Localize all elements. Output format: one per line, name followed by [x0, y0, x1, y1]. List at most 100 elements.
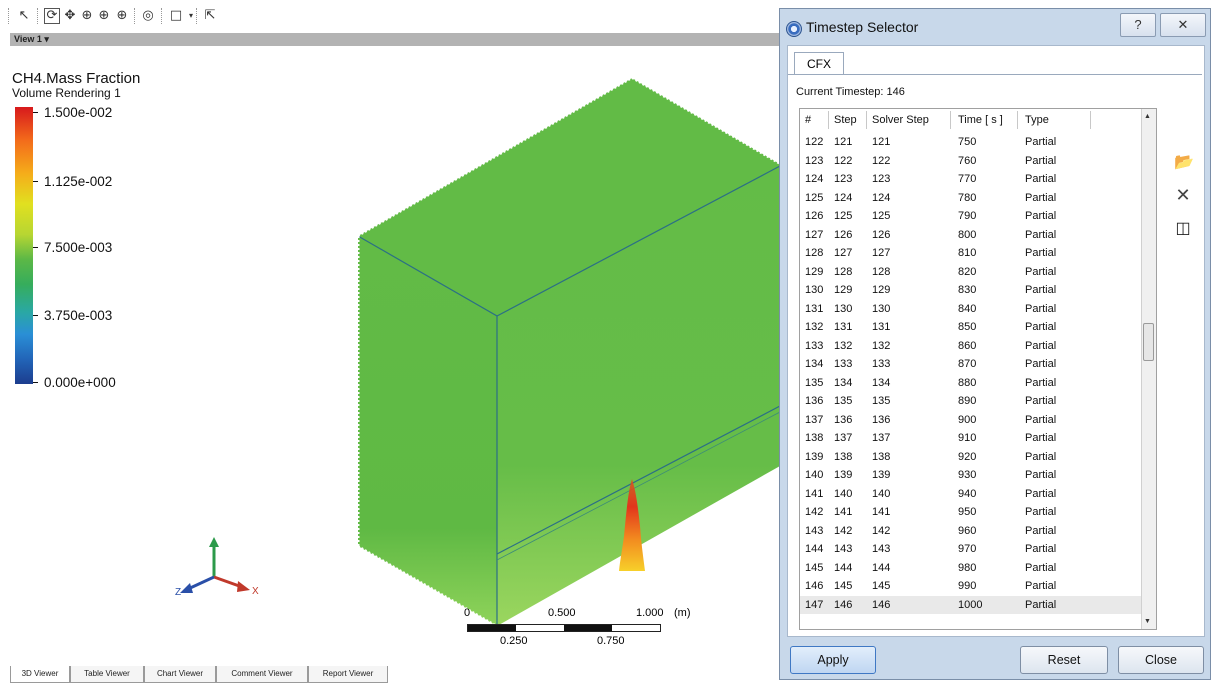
table-cell: 128	[834, 265, 853, 278]
pan-icon[interactable]: ✥	[62, 8, 78, 24]
table-row[interactable]: 142 141 141 950 Partial	[800, 503, 1142, 522]
select-icon[interactable]: ↖	[16, 8, 32, 24]
table-cell: 145	[872, 580, 891, 592]
table-cell: Partial	[1025, 469, 1057, 481]
table-row[interactable]: 141 140 140 940 Partial	[800, 485, 1142, 504]
table-row[interactable]: 136 135 135 890 Partial	[800, 392, 1142, 411]
table-cell: Partial	[1025, 395, 1057, 407]
column-header-step[interactable]: Step	[834, 114, 857, 126]
table-row[interactable]: 143 142 142 960 Partial	[800, 522, 1142, 541]
timestep-selector-dialog: Timestep Selector ? ✕ CFX Current Timest…	[779, 8, 1211, 680]
table-cell: 138	[872, 450, 891, 463]
scale-label: 0.750	[597, 635, 625, 647]
table-cell: 129	[872, 284, 891, 296]
apply-button[interactable]: Apply	[790, 646, 876, 674]
table-cell: 146	[805, 580, 824, 592]
tab-cfx[interactable]: CFX	[794, 52, 844, 75]
table-row[interactable]: 131 130 130 840 Partial	[800, 300, 1142, 319]
column-header-solver-step[interactable]: Solver Step	[872, 114, 929, 126]
table-cell: 850	[958, 321, 977, 333]
table-cell: 840	[958, 302, 977, 315]
table-cell: 127	[872, 247, 891, 259]
column-header-index[interactable]: #	[805, 114, 811, 126]
table-scrollbar[interactable]: ▲ ▼	[1141, 109, 1156, 629]
tab-report-viewer[interactable]: Report Viewer	[308, 666, 388, 683]
help-button[interactable]: ?	[1120, 13, 1156, 37]
tab-chart-viewer[interactable]: Chart Viewer	[144, 666, 216, 683]
open-folder-icon[interactable]: 📂	[1174, 154, 1194, 172]
table-row[interactable]: 133 132 132 860 Partial	[800, 337, 1142, 356]
table-row[interactable]: 137 136 136 900 Partial	[800, 411, 1142, 430]
table-cell: 910	[958, 432, 977, 444]
table-cell: 770	[958, 173, 977, 185]
table-row[interactable]: 139 138 138 920 Partial	[800, 448, 1142, 467]
viewport-3d[interactable]	[0, 46, 780, 666]
table-row[interactable]: 130 129 129 830 Partial	[800, 281, 1142, 300]
table-row[interactable]: 122 121 121 750 Partial	[800, 133, 1142, 152]
table-row[interactable]: 146 145 145 990 Partial	[800, 577, 1142, 596]
table-row[interactable]: 140 139 139 930 Partial	[800, 466, 1142, 485]
view-selector-bar[interactable]: View 1 ▾	[10, 33, 780, 46]
table-header: # Step Solver Step Time [ s ] Type	[800, 109, 1142, 131]
table-row[interactable]: 124 123 123 770 Partial	[800, 170, 1142, 189]
table-cell: 760	[958, 154, 977, 167]
table-cell: Partial	[1025, 136, 1057, 148]
table-row[interactable]: 132 131 131 850 Partial	[800, 318, 1142, 337]
table-cell: 133	[872, 358, 891, 370]
close-button[interactable]: Close	[1118, 646, 1204, 674]
reset-button[interactable]: Reset	[1020, 646, 1108, 674]
scroll-down-icon[interactable]: ▼	[1144, 618, 1151, 625]
table-cell: 142	[834, 524, 853, 537]
table-cell: Partial	[1025, 284, 1057, 296]
table-cell: Partial	[1025, 321, 1057, 333]
table-cell: 830	[958, 284, 977, 296]
table-cell: Partial	[1025, 228, 1057, 241]
table-cell: 860	[958, 339, 977, 352]
table-cell: 133	[805, 339, 824, 352]
table-cell: 132	[872, 339, 891, 352]
table-cell: 140	[805, 469, 824, 481]
scroll-up-icon[interactable]: ▲	[1144, 113, 1151, 120]
split-view-icon[interactable]: ◫	[1174, 220, 1192, 238]
viewer-tab-bar: 3D Viewer Table Viewer Chart Viewer Comm…	[10, 666, 790, 684]
table-row[interactable]: 144 143 143 970 Partial	[800, 540, 1142, 559]
timestep-table[interactable]: # Step Solver Step Time [ s ] Type 122 12…	[799, 108, 1157, 630]
table-cell: 970	[958, 543, 977, 555]
tab-comment-viewer[interactable]: Comment Viewer	[216, 666, 308, 683]
table-row[interactable]: 138 137 137 910 Partial	[800, 429, 1142, 448]
table-row[interactable]: 129 128 128 820 Partial	[800, 263, 1142, 282]
view-selector[interactable]: View 1 ▾	[14, 33, 49, 46]
rotate-icon[interactable]: ⟳	[44, 8, 60, 24]
column-header-type[interactable]: Type	[1025, 114, 1049, 126]
table-cell: Partial	[1025, 302, 1057, 315]
zoom-box-icon[interactable]: ⊕	[96, 8, 112, 24]
column-header-time[interactable]: Time [ s ]	[958, 114, 1003, 126]
table-row[interactable]: 123 122 122 760 Partial	[800, 152, 1142, 171]
fit-view-icon[interactable]: ◎	[140, 8, 156, 24]
probe-icon[interactable]: ⇱	[202, 8, 218, 24]
table-row[interactable]: 128 127 127 810 Partial	[800, 244, 1142, 263]
x-axis-arrowhead	[237, 581, 250, 592]
table-cell: 820	[958, 265, 977, 278]
table-row[interactable]: 134 133 133 870 Partial	[800, 355, 1142, 374]
scrollbar-thumb[interactable]	[1143, 323, 1154, 361]
table-row[interactable]: 125 124 124 780 Partial	[800, 189, 1142, 208]
tab-table-viewer[interactable]: Table Viewer	[70, 666, 144, 683]
table-row[interactable]: 127 126 126 800 Partial	[800, 226, 1142, 245]
scale-label: 1.000	[636, 607, 664, 619]
window-close-button[interactable]: ✕	[1160, 13, 1206, 37]
table-row[interactable]: 145 144 144 980 Partial	[800, 559, 1142, 578]
tab-3d-viewer[interactable]: 3D Viewer	[10, 666, 70, 683]
table-row[interactable]: 147 146 146 1000 Partial	[800, 595, 1142, 614]
table-row[interactable]: 126 125 125 790 Partial	[800, 207, 1142, 226]
layout-icon[interactable]: □	[168, 8, 184, 24]
table-cell: 125	[805, 191, 824, 204]
zoom-icon[interactable]: ⊕	[79, 8, 95, 24]
table-cell: 135	[805, 376, 824, 389]
table-cell: Partial	[1025, 598, 1057, 611]
table-row[interactable]: 135 134 134 880 Partial	[800, 374, 1142, 393]
toolbar-separator	[196, 8, 198, 24]
zoom-fit-icon[interactable]: ⊕	[114, 8, 130, 24]
toolbar-separator	[134, 8, 136, 24]
delete-icon[interactable]: ✕	[1174, 186, 1192, 204]
